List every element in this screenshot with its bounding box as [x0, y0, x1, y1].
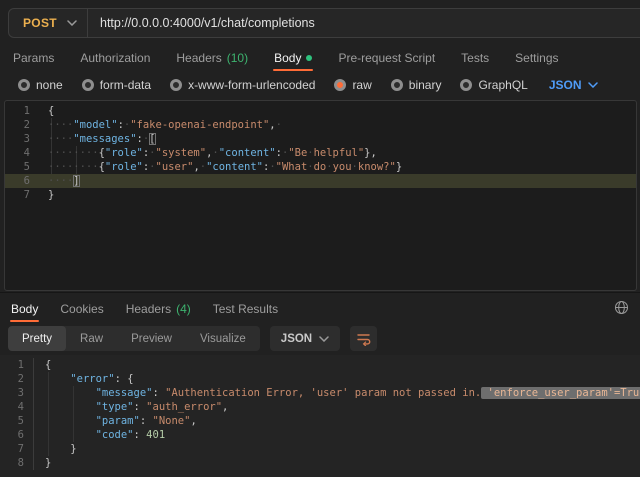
- line-number: 5: [5, 160, 39, 174]
- view-preview[interactable]: Preview: [117, 326, 186, 351]
- line-number: 7: [0, 442, 34, 456]
- body-type-row: none form-data x-www-form-urlencoded raw…: [18, 71, 598, 99]
- code-text: "error": {: [34, 372, 134, 386]
- code-line-4: 4 "type": "auth_error",: [0, 400, 640, 414]
- method-selector[interactable]: POST: [9, 16, 87, 30]
- code-text: ····"model":·"fake-openai-endpoint",·: [39, 118, 282, 132]
- wrap-text-button[interactable]: [350, 326, 377, 351]
- radio-none[interactable]: none: [18, 78, 63, 92]
- tab-settings[interactable]: Settings: [514, 44, 559, 71]
- radio-raw[interactable]: raw: [334, 78, 371, 92]
- radio-binary[interactable]: binary: [391, 78, 442, 92]
- raw-format-select[interactable]: JSON: [549, 78, 598, 92]
- code-text: ········{"role":·"system",·"content":·"B…: [39, 146, 377, 160]
- code-line-7: 7 }: [0, 442, 640, 456]
- code-text: }: [34, 442, 77, 456]
- line-number: 1: [0, 358, 34, 372]
- tab-tests[interactable]: Tests: [460, 44, 490, 71]
- radio-form-data[interactable]: form-data: [82, 78, 151, 92]
- chevron-down-icon: [588, 82, 598, 88]
- line-number: 5: [0, 414, 34, 428]
- chevron-down-icon: [67, 20, 77, 26]
- wrap-text-icon: [356, 332, 372, 346]
- view-raw[interactable]: Raw: [66, 326, 117, 351]
- tab-response-body[interactable]: Body: [10, 295, 39, 322]
- tab-test-results[interactable]: Test Results: [212, 295, 279, 322]
- code-line-1: 1{: [0, 358, 640, 372]
- tab-authorization[interactable]: Authorization: [79, 44, 151, 71]
- headers-count: (10): [227, 51, 248, 65]
- response-format-select[interactable]: JSON: [270, 326, 340, 351]
- response-view-switcher: Pretty Raw Preview Visualize: [8, 326, 260, 351]
- line-number: 8: [0, 456, 34, 470]
- line-number: 4: [0, 400, 34, 414]
- line-number: 4: [5, 146, 39, 160]
- code-line-3: 3 "message": "Authentication Error, 'use…: [0, 386, 640, 400]
- network-globe-icon[interactable]: [614, 300, 630, 316]
- url-input[interactable]: http://0.0.0.0:4000/v1/chat/completions: [88, 16, 315, 30]
- line-number: 1: [5, 104, 39, 118]
- response-tabs: Body Cookies Headers(4) Test Results: [10, 295, 279, 322]
- line-number: 2: [0, 372, 34, 386]
- postman-request-view: POST http://0.0.0.0:4000/v1/chat/complet…: [0, 0, 640, 477]
- code-text: ····]: [39, 174, 80, 188]
- request-tabs: Params Authorization Headers(10) Body Pr…: [12, 44, 640, 71]
- radio-x-www-form-urlencoded[interactable]: x-www-form-urlencoded: [170, 78, 315, 92]
- code-text: ····"messages":·[: [39, 132, 156, 146]
- code-text: "code": 401: [34, 428, 165, 442]
- selected-text: 'enforce_user_param'=True": [481, 387, 640, 399]
- active-tab-indicator: [10, 320, 39, 322]
- radio-icon: [460, 79, 472, 91]
- code-text: "type": "auth_error",: [34, 400, 228, 414]
- code-text: ········{"role":·"user",·"content":·"Wha…: [39, 160, 402, 174]
- radio-icon: [18, 79, 30, 91]
- radio-selected-icon: [334, 79, 346, 91]
- code-line-6: 6 "code": 401: [0, 428, 640, 442]
- code-text: {: [34, 358, 51, 372]
- url-bar: POST http://0.0.0.0:4000/v1/chat/complet…: [8, 8, 640, 38]
- view-pretty[interactable]: Pretty: [8, 326, 66, 351]
- code-line-5: 5 "param": "None",: [0, 414, 640, 428]
- code-line-7: 7}: [5, 188, 636, 202]
- tab-pre-request-script[interactable]: Pre-request Script: [337, 44, 436, 71]
- tab-params[interactable]: Params: [12, 44, 55, 71]
- code-line-8: 8}: [0, 456, 640, 470]
- line-number: 6: [0, 428, 34, 442]
- code-line-1: 1{: [5, 104, 636, 118]
- method-label: POST: [23, 16, 57, 30]
- response-toolbar: Pretty Raw Preview Visualize JSON: [8, 326, 377, 351]
- response-body-editor[interactable]: 1{2 "error": {3 "message": "Authenticati…: [0, 355, 640, 477]
- code-line-6: 6····]: [5, 174, 636, 188]
- code-text: {: [39, 104, 54, 118]
- code-line-5: 5········{"role":·"user",·"content":·"Wh…: [5, 160, 636, 174]
- body-has-content-dot: [306, 55, 312, 61]
- code-line-3: 3····"messages":·[: [5, 132, 636, 146]
- pane-divider[interactable]: [0, 292, 640, 293]
- code-text: }: [34, 456, 51, 470]
- tab-cookies[interactable]: Cookies: [59, 295, 104, 322]
- radio-graphql[interactable]: GraphQL: [460, 78, 527, 92]
- radio-icon: [391, 79, 403, 91]
- line-number: 7: [5, 188, 39, 202]
- line-number: 6: [5, 174, 39, 188]
- tab-response-headers[interactable]: Headers(4): [125, 295, 192, 322]
- code-text: "param": "None",: [34, 414, 197, 428]
- code-line-4: 4········{"role":·"system",·"content":·"…: [5, 146, 636, 160]
- code-text: }: [39, 188, 54, 202]
- code-line-2: 2····"model":·"fake-openai-endpoint",·: [5, 118, 636, 132]
- view-visualize[interactable]: Visualize: [186, 326, 260, 351]
- chevron-down-icon: [319, 336, 329, 342]
- tab-headers[interactable]: Headers(10): [175, 44, 249, 71]
- request-body-editor[interactable]: 1{2····"model":·"fake-openai-endpoint",·…: [4, 100, 637, 291]
- code-text: "message": "Authentication Error, 'user'…: [34, 386, 640, 400]
- tab-body[interactable]: Body: [273, 44, 313, 71]
- radio-icon: [82, 79, 94, 91]
- response-headers-count: (4): [176, 302, 191, 316]
- radio-icon: [170, 79, 182, 91]
- line-number: 3: [0, 386, 34, 400]
- line-number: 2: [5, 118, 39, 132]
- code-line-2: 2 "error": {: [0, 372, 640, 386]
- line-number: 3: [5, 132, 39, 146]
